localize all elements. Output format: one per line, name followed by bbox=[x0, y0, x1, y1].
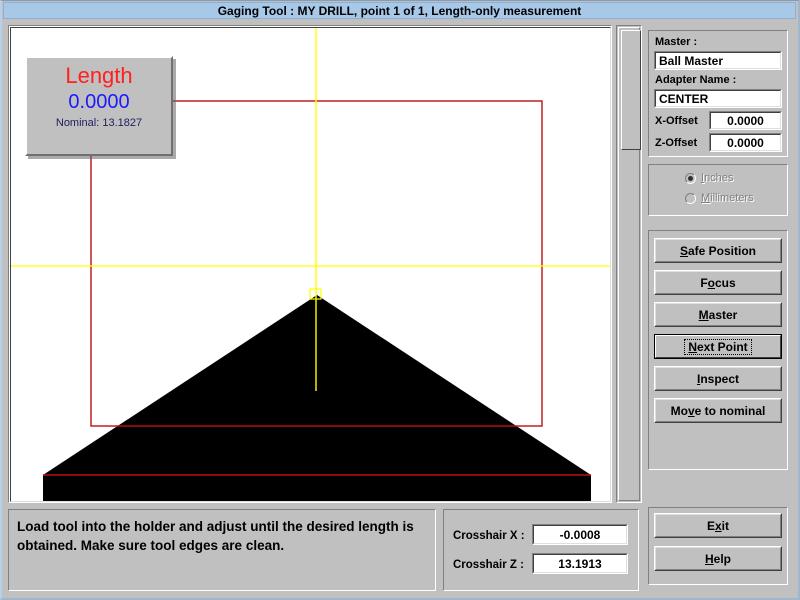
radio-millimeters-label: Millimeters bbox=[701, 192, 754, 204]
units-group: Inches Millimeters bbox=[648, 164, 788, 216]
instruction-text: Load tool into the holder and adjust unt… bbox=[17, 517, 427, 555]
instruction-panel: Load tool into the holder and adjust unt… bbox=[8, 509, 436, 591]
master-field-value: Ball Master bbox=[659, 54, 723, 68]
title-bar: Gaging Tool : MY DRILL, point 1 of 1, Le… bbox=[3, 2, 796, 19]
help-button-label: Help bbox=[705, 552, 731, 566]
length-readout-panel: Length 0.0000 Nominal: 13.1827 bbox=[25, 56, 173, 156]
radio-inches-label: Inches bbox=[701, 172, 733, 184]
help-button[interactable]: Help bbox=[654, 546, 782, 571]
focus-slider-thumb[interactable] bbox=[621, 30, 641, 150]
z-offset-label: Z-Offset bbox=[655, 137, 697, 149]
x-offset-field[interactable]: 0.0000 bbox=[709, 111, 782, 130]
crosshair-z-field[interactable]: 13.1913 bbox=[532, 553, 628, 574]
radio-inches-dot bbox=[685, 173, 696, 184]
exit-help-group: Exit Help bbox=[648, 507, 788, 585]
length-readout-value: 0.0000 bbox=[27, 90, 171, 114]
video-viewport-frame: Length 0.0000 Nominal: 13.1827 bbox=[8, 25, 612, 503]
master-field[interactable]: Ball Master bbox=[654, 51, 782, 70]
window-title: Gaging Tool : MY DRILL, point 1 of 1, Le… bbox=[218, 4, 582, 18]
safe-position-button-label: Safe Position bbox=[680, 244, 756, 258]
radio-inches[interactable]: Inches bbox=[685, 172, 733, 184]
adapter-name-label: Adapter Name : bbox=[655, 74, 736, 86]
focus-button[interactable]: Focus bbox=[654, 270, 782, 295]
z-offset-field[interactable]: 0.0000 bbox=[709, 133, 782, 152]
master-settings-group: Master : Ball Master Adapter Name : CENT… bbox=[648, 30, 788, 157]
adapter-name-field[interactable]: CENTER bbox=[654, 89, 782, 108]
move-to-nominal-button-label: Move to nominal bbox=[671, 404, 766, 418]
master-button-label: Master bbox=[699, 308, 738, 322]
safe-position-button[interactable]: Safe Position bbox=[654, 238, 782, 263]
inspect-button-label: Inspect bbox=[697, 372, 739, 386]
next-point-button-label: Next Point bbox=[684, 339, 751, 355]
inspect-button[interactable]: Inspect bbox=[654, 366, 782, 391]
focus-button-label: Focus bbox=[700, 276, 735, 290]
adapter-name-value: CENTER bbox=[659, 92, 708, 106]
video-viewport[interactable]: Length 0.0000 Nominal: 13.1827 bbox=[10, 27, 611, 502]
master-label: Master : bbox=[655, 36, 697, 48]
x-offset-label: X-Offset bbox=[655, 115, 698, 127]
application-window: Gaging Tool : MY DRILL, point 1 of 1, Le… bbox=[0, 0, 800, 600]
master-button[interactable]: Master bbox=[654, 302, 782, 327]
right-control-panel: Master : Ball Master Adapter Name : CENT… bbox=[648, 25, 792, 591]
length-nominal-value: Nominal: 13.1827 bbox=[27, 116, 171, 131]
action-buttons-group: Safe Position Focus Master Next Point In… bbox=[648, 230, 788, 470]
radio-millimeters[interactable]: Millimeters bbox=[685, 192, 754, 204]
crosshair-x-value: -0.0008 bbox=[560, 528, 601, 542]
z-offset-value: 0.0000 bbox=[727, 136, 764, 150]
move-to-nominal-button[interactable]: Move to nominal bbox=[654, 398, 782, 423]
crosshair-x-label: Crosshair X : bbox=[453, 530, 525, 542]
focus-slider-track[interactable] bbox=[618, 27, 640, 501]
next-point-button[interactable]: Next Point bbox=[654, 334, 782, 359]
crosshair-z-value: 13.1913 bbox=[558, 557, 601, 571]
crosshair-z-label: Crosshair Z : bbox=[453, 559, 524, 571]
exit-button-label: Exit bbox=[707, 519, 729, 533]
x-offset-value: 0.0000 bbox=[727, 114, 764, 128]
exit-button[interactable]: Exit bbox=[654, 513, 782, 538]
focus-slider[interactable] bbox=[616, 25, 642, 503]
crosshair-x-field[interactable]: -0.0008 bbox=[532, 524, 628, 545]
length-readout-title: Length bbox=[27, 63, 171, 89]
crosshair-readout-panel: Crosshair X : -0.0008 Crosshair Z : 13.1… bbox=[443, 509, 639, 591]
radio-millimeters-dot bbox=[685, 193, 696, 204]
